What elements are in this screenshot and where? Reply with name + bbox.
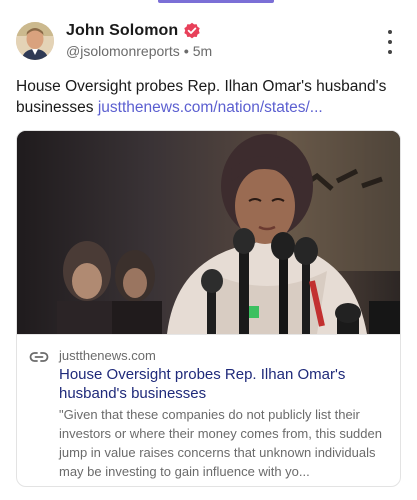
author-meta: @jsolomonreports • 5m <box>66 43 212 59</box>
news-photo <box>17 131 400 334</box>
more-dot <box>388 40 392 44</box>
more-dot <box>388 30 392 34</box>
more-vertical-icon[interactable] <box>385 30 395 54</box>
avatar[interactable] <box>16 22 54 60</box>
link-preview-card[interactable]: justthenews.com House Oversight probes R… <box>16 130 401 487</box>
author-info: John Solomon @jsolomonreports • 5m <box>66 22 212 59</box>
link-icon <box>29 350 49 364</box>
avatar-photo <box>16 22 54 60</box>
post: John Solomon @jsolomonreports • 5m House… <box>0 0 417 500</box>
post-text: House Oversight probes Rep. Ilhan Omar's… <box>16 76 401 118</box>
more-dot <box>388 50 392 54</box>
verified-badge-icon <box>183 22 201 40</box>
link-preview-image <box>17 131 400 334</box>
link-domain: justthenews.com <box>59 348 156 363</box>
post-timestamp: 5m <box>192 43 213 59</box>
post-header: John Solomon @jsolomonreports • 5m <box>16 20 401 64</box>
author-name[interactable]: John Solomon <box>66 22 178 40</box>
link-title[interactable]: House Oversight probes Rep. Ilhan Omar's… <box>59 365 389 403</box>
meta-separator: • <box>183 43 189 59</box>
link-preview-meta: justthenews.com House Oversight probes R… <box>17 334 400 486</box>
post-link[interactable]: justthenews.com/nation/states/... <box>98 99 323 116</box>
author-handle[interactable]: @jsolomonreports <box>66 43 180 59</box>
author-name-row: John Solomon <box>66 22 212 40</box>
link-description: "Given that these companies do not publi… <box>59 407 382 479</box>
